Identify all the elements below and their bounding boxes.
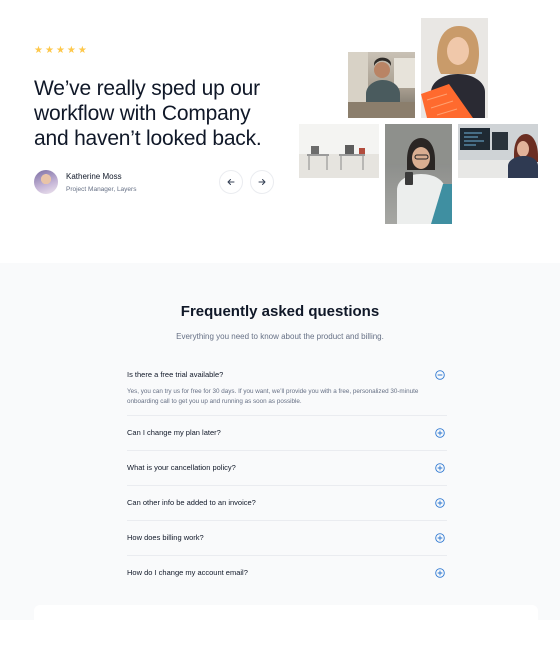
faq-question[interactable]: What is your cancellation policy? bbox=[127, 463, 447, 473]
testimonial-section: ★ ★ ★ ★ ★ We’ve really sped up our workf… bbox=[0, 0, 560, 263]
faq-item[interactable]: How do I change my account email? bbox=[127, 555, 447, 590]
rating-stars: ★ ★ ★ ★ ★ bbox=[34, 46, 87, 56]
faq-item[interactable]: How does billing work? bbox=[127, 520, 447, 555]
faq-question[interactable]: How does billing work? bbox=[127, 533, 447, 543]
photo-woman-phone bbox=[385, 124, 452, 224]
carousel-controls bbox=[219, 170, 274, 194]
photo-woman-orange bbox=[421, 18, 488, 118]
faq-question[interactable]: Can I change my plan later? bbox=[127, 428, 447, 438]
plus-circle-icon[interactable] bbox=[435, 533, 445, 543]
plus-circle-icon[interactable] bbox=[435, 568, 445, 578]
faq-question[interactable]: Can other info be added to an invoice? bbox=[127, 498, 447, 508]
faq-item[interactable]: What is your cancellation policy? bbox=[127, 450, 447, 485]
arrow-left-icon bbox=[227, 179, 235, 185]
faq-title: Frequently asked questions bbox=[180, 303, 380, 320]
cta-card bbox=[34, 605, 538, 645]
author-role: Project Manager, Layers bbox=[66, 185, 137, 193]
testimonial-quote: We’ve really sped up our workflow with C… bbox=[34, 77, 262, 150]
next-button[interactable] bbox=[250, 170, 274, 194]
plus-circle-icon[interactable] bbox=[435, 463, 445, 473]
plus-circle-icon[interactable] bbox=[435, 428, 445, 438]
previous-button[interactable] bbox=[219, 170, 243, 194]
faq-item[interactable]: Can I change my plan later? bbox=[127, 415, 447, 450]
author-name: Katherine Moss bbox=[66, 171, 122, 181]
photo-office-desks bbox=[299, 124, 379, 178]
faq-item[interactable]: Is there a free trial available? Yes, yo… bbox=[127, 363, 447, 415]
photo-man-kitchen bbox=[348, 52, 415, 118]
star-icon: ★ bbox=[77, 45, 87, 56]
star-icon: ★ bbox=[34, 45, 43, 56]
faq-list: Is there a free trial available? Yes, yo… bbox=[127, 363, 447, 590]
minus-circle-icon[interactable] bbox=[435, 370, 445, 380]
faq-question[interactable]: Is there a free trial available? bbox=[127, 370, 447, 380]
plus-circle-icon[interactable] bbox=[435, 498, 445, 508]
star-icon: ★ bbox=[44, 45, 54, 56]
faq-subtitle: Everything you need to know about the pr… bbox=[176, 332, 384, 341]
arrow-right-icon bbox=[258, 179, 266, 185]
faq-item[interactable]: Can other info be added to an invoice? bbox=[127, 485, 447, 520]
star-icon: ★ bbox=[66, 45, 76, 56]
faq-answer: Yes, you can try us for free for 30 days… bbox=[127, 388, 419, 405]
faq-section: Frequently asked questions Everything yo… bbox=[0, 263, 560, 645]
photo-woman-computer bbox=[458, 124, 538, 178]
testimonial-author: Katherine Moss Project Manager, Layers bbox=[34, 170, 136, 194]
faq-question[interactable]: How do I change my account email? bbox=[127, 568, 447, 578]
star-icon: ★ bbox=[55, 45, 65, 56]
avatar bbox=[34, 170, 58, 194]
